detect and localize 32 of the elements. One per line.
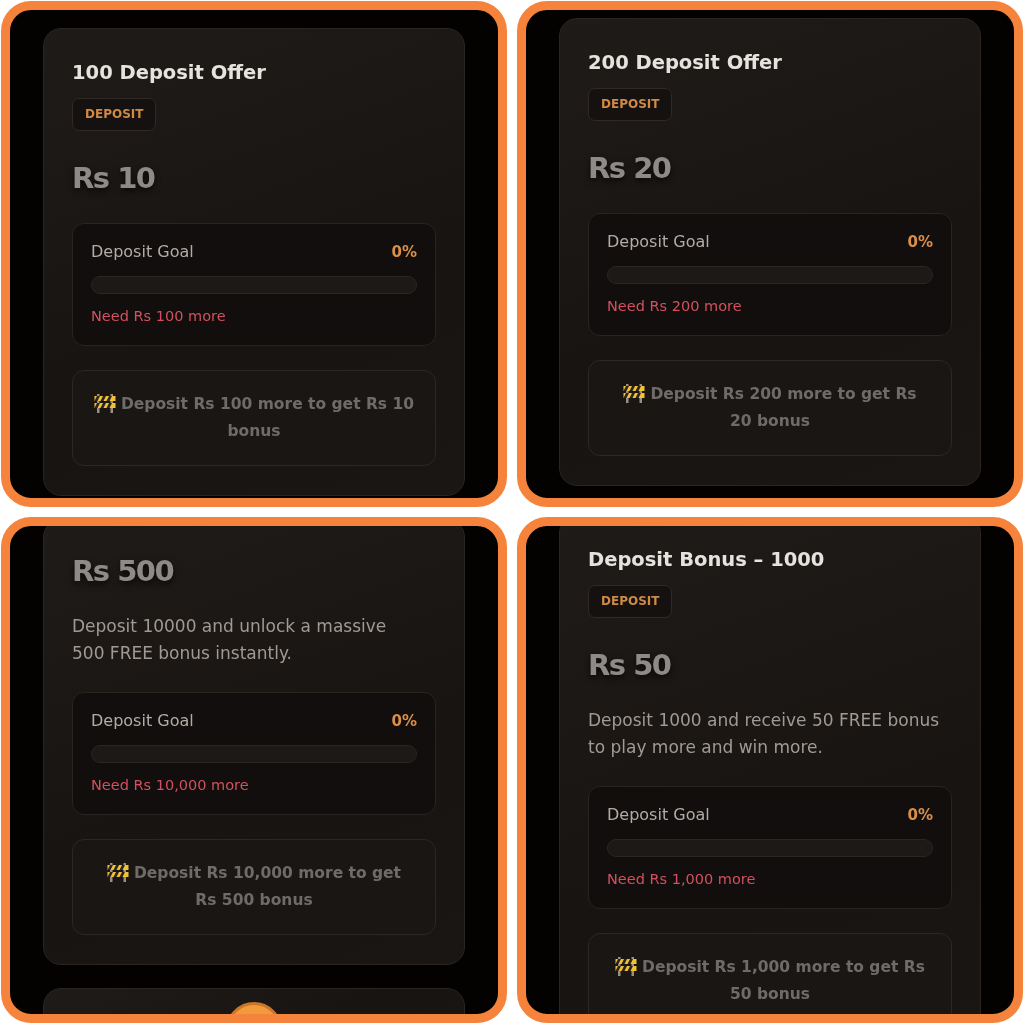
remaining-amount-text: Need Rs 10,000 more [91, 776, 249, 795]
bonus-amount: Rs 500 [72, 553, 174, 590]
offer-description: Deposit 10000 and unlock a massive 500 FREE bonus instantly. [72, 615, 387, 665]
goal-label: Deposit Goal [91, 710, 194, 732]
goal-label: Deposit Goal [607, 804, 710, 826]
status-message: Deposit Rs 200 more to get Rs 20 bonus [650, 385, 917, 430]
goal-label: Deposit Goal [91, 241, 194, 263]
remaining-amount-text: Need Rs 200 more [607, 297, 742, 316]
goal-percent: 0% [907, 805, 933, 826]
goal-percent: 0% [907, 232, 933, 253]
category-tag: DEPOSIT [588, 88, 673, 121]
barrier-icon [93, 393, 116, 413]
goal-percent: 0% [391, 711, 417, 732]
category-tag: DEPOSIT [72, 98, 157, 131]
offer-title: Deposit Bonus – 1000 [588, 547, 825, 573]
barrier-icon [623, 383, 646, 403]
barrier-icon [615, 956, 638, 976]
status-message: Deposit Rs 100 more to get Rs 10 bonus [120, 395, 415, 440]
remaining-amount-text: Need Rs 1,000 more [607, 870, 756, 889]
category-tag: DEPOSIT [588, 585, 673, 618]
goal-label: Deposit Goal [607, 231, 710, 253]
status-message: Deposit Rs 10,000 more to get Rs 500 bonus [133, 864, 402, 909]
bonus-amount: Rs 50 [588, 647, 671, 684]
status-message: Deposit Rs 1,000 more to get Rs 50 bonus [642, 958, 925, 1003]
offer-title: 100 Deposit Offer [72, 60, 266, 86]
goal-percent: 0% [391, 242, 417, 263]
bonus-amount: Rs 20 [588, 150, 671, 187]
remaining-amount-text: Need Rs 100 more [91, 307, 226, 326]
bonus-amount: Rs 10 [72, 160, 155, 197]
barrier-icon [106, 862, 129, 882]
offer-title: 200 Deposit Offer [588, 50, 782, 76]
offer-description: Deposit 1000 and receive 50 FREE bonus to play more and win more. [588, 709, 940, 759]
